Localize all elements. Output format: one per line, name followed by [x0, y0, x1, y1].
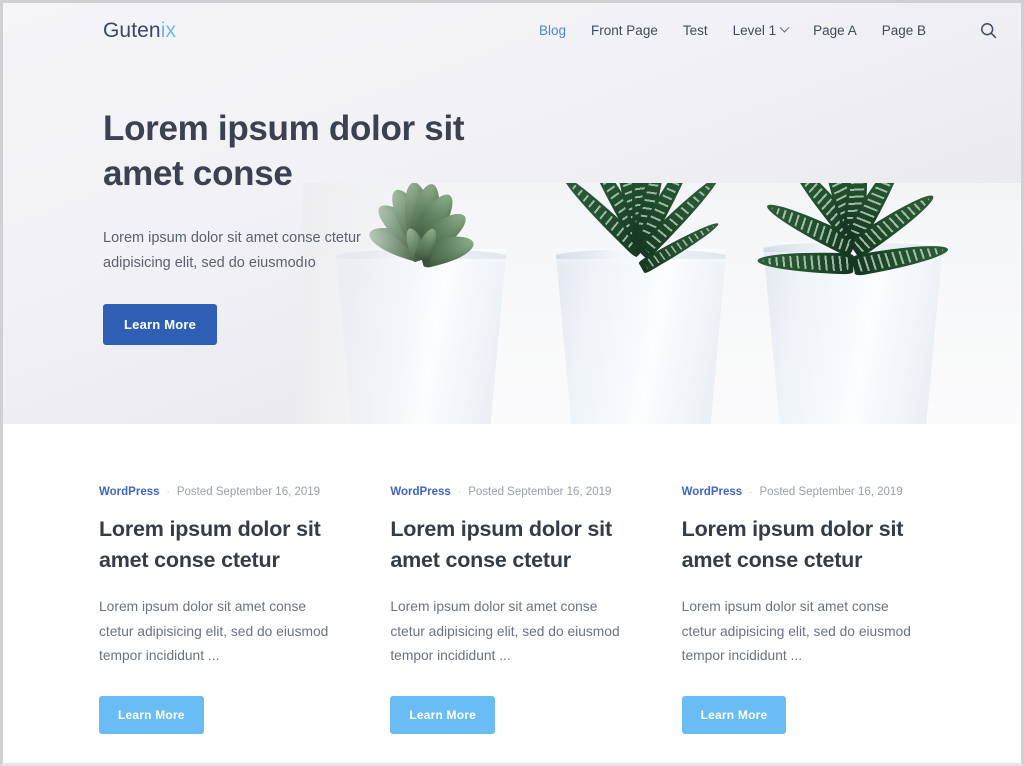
hero-learn-more-button[interactable]: Learn More — [103, 304, 218, 346]
post-category[interactable]: WordPress — [682, 486, 743, 498]
blog-posts-grid: WordPress · Posted September 16, 2019 Lo… — [3, 424, 1021, 763]
logo-text-accent: ix — [160, 18, 177, 42]
site-logo[interactable]: Gutenix — [103, 19, 176, 43]
post-card: WordPress · Posted September 16, 2019 Lo… — [99, 486, 342, 763]
browser-page: Gutenix Blog Front Page Test Level 1 Pag… — [0, 0, 1024, 766]
search-icon — [980, 23, 996, 39]
plant-pot-middle — [555, 249, 727, 424]
post-title[interactable]: Lorem ipsum dolor sit amet conse ctetur — [99, 514, 342, 575]
post-meta: WordPress · Posted September 16, 2019 — [99, 486, 342, 498]
nav-item-level-1[interactable]: Level 1 — [732, 22, 790, 38]
nav-label: Front Page — [591, 23, 658, 38]
hero-content: Lorem ipsum dolor sit amet conse Lorem i… — [103, 107, 533, 346]
post-title[interactable]: Lorem ipsum dolor sit amet conse ctetur — [682, 514, 925, 575]
post-learn-more-button[interactable]: Learn More — [99, 695, 204, 734]
post-meta: WordPress · Posted September 16, 2019 — [390, 486, 633, 498]
hero-subtitle: Lorem ipsum dolor sit amet conse ctetur … — [103, 229, 361, 271]
nav-item-test[interactable]: Test — [683, 23, 708, 38]
post-meta: WordPress · Posted September 16, 2019 — [682, 486, 925, 498]
post-category[interactable]: WordPress — [390, 486, 451, 498]
logo-text-primary: Guten — [103, 18, 161, 42]
post-excerpt: Lorem ipsum dolor sit amet conse ctetur … — [681, 599, 911, 664]
site-header: Gutenix Blog Front Page Test Level 1 Pag… — [3, 3, 1021, 58]
post-date: Posted September 16, 2019 — [176, 486, 321, 498]
primary-navigation: Blog Front Page Test Level 1 Page A Page… — [539, 20, 999, 42]
post-title[interactable]: Lorem ipsum dolor sit amet conse ctetur — [390, 514, 633, 575]
post-card: WordPress · Posted September 16, 2019 Lo… — [390, 486, 633, 763]
nav-item-page-a[interactable]: Page A — [813, 23, 857, 38]
nav-item-blog[interactable]: Blog — [539, 23, 566, 38]
post-excerpt: Lorem ipsum dolor sit amet conse ctetur … — [390, 599, 620, 664]
post-excerpt: Lorem ipsum dolor sit amet conse ctetur … — [99, 599, 329, 664]
nav-label: Page B — [881, 23, 926, 38]
nav-label: Test — [682, 23, 708, 38]
post-learn-more-button[interactable]: Learn More — [681, 695, 787, 734]
nav-label: Page A — [813, 23, 857, 38]
post-learn-more-button[interactable]: Learn More — [390, 695, 496, 734]
meta-separator: · — [749, 486, 753, 498]
chevron-down-icon — [779, 22, 790, 33]
post-date: Posted September 16, 2019 — [759, 486, 903, 498]
nav-item-page-b[interactable]: Page B — [882, 23, 926, 38]
meta-separator: · — [457, 486, 462, 498]
nav-item-front-page[interactable]: Front Page — [591, 23, 658, 38]
post-category[interactable]: WordPress — [99, 486, 160, 498]
hero-title: Lorem ipsum dolor sit amet conse — [103, 109, 465, 193]
meta-separator: · — [166, 486, 170, 498]
hero-section: Gutenix Blog Front Page Test Level 1 Pag… — [3, 3, 1021, 424]
post-date: Posted September 16, 2019 — [468, 486, 612, 498]
nav-label: Blog — [539, 23, 567, 38]
nav-label: Level 1 — [732, 23, 777, 38]
post-card: WordPress · Posted September 16, 2019 Lo… — [681, 486, 925, 763]
search-toggle-button[interactable] — [977, 20, 999, 42]
